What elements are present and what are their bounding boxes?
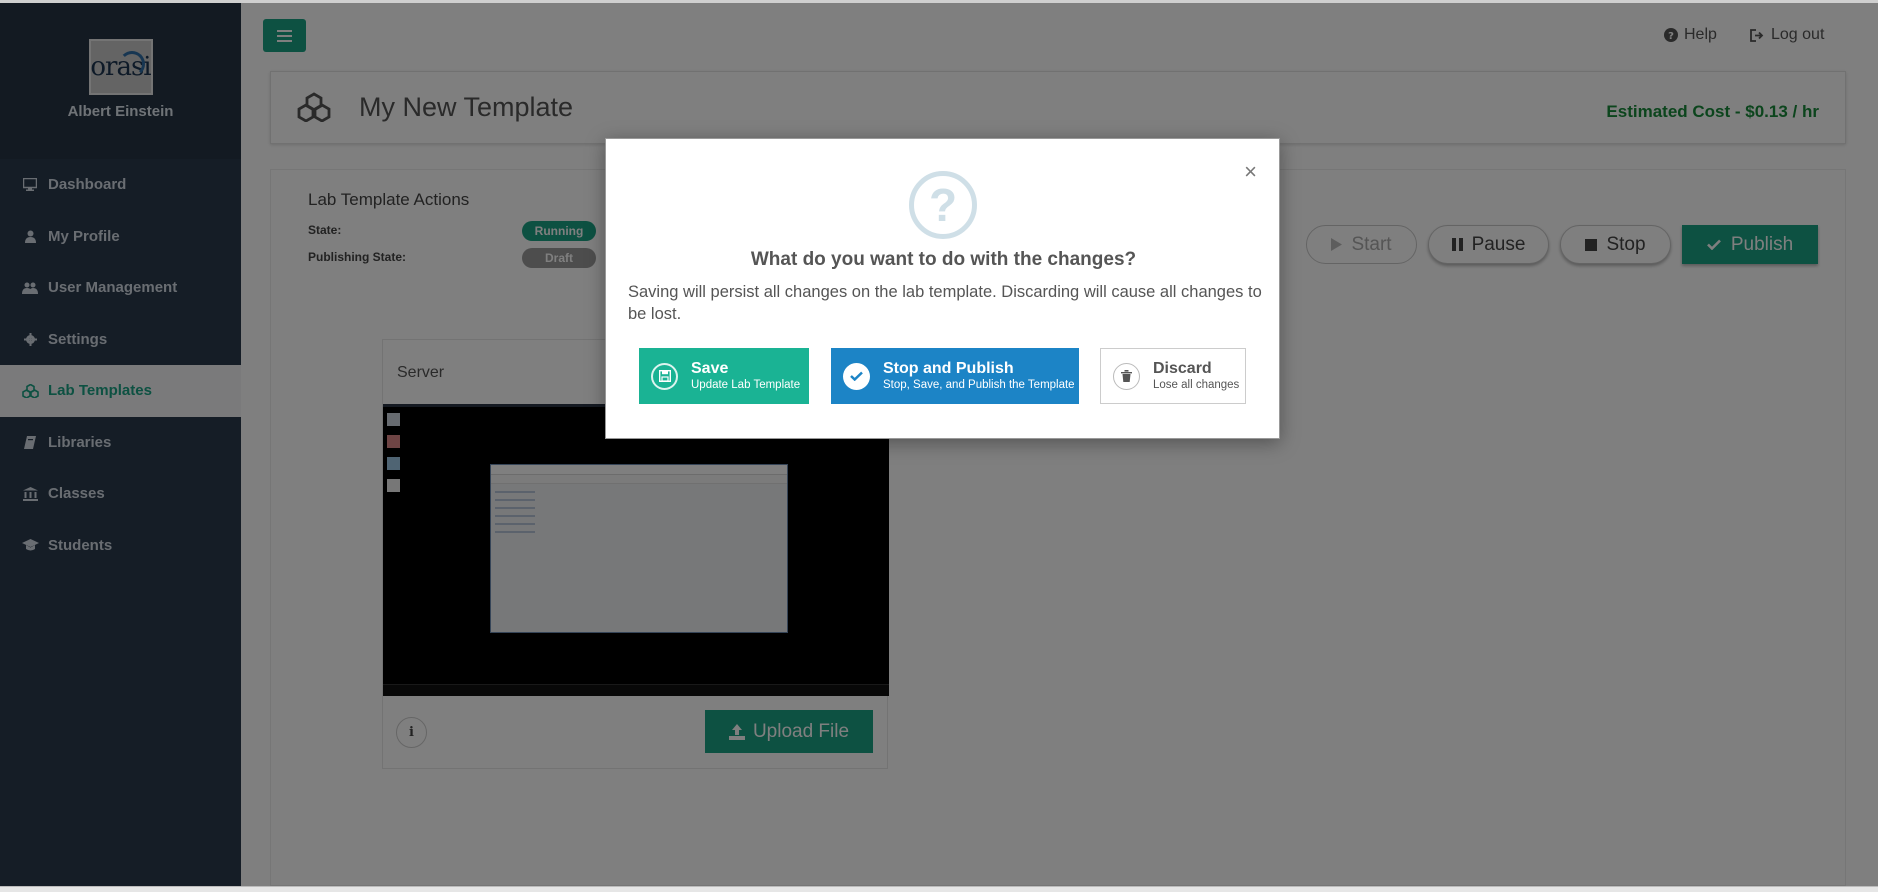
save-label: Save [691,359,729,377]
stop-and-publish-label: Stop and Publish [883,359,1014,377]
discard-button[interactable]: Discard Lose all changes [1100,348,1246,404]
window-bottom-edge [0,886,1878,892]
discard-label: Discard [1153,359,1212,377]
stop-and-publish-sublabel: Stop, Save, and Publish the Template [883,378,1075,391]
dialog-title: What do you want to do with the changes? [750,249,1137,270]
save-sublabel: Update Lab Template [691,378,801,391]
question-icon: ? [909,171,977,239]
save-button[interactable]: Save Update Lab Template [639,348,809,404]
save-changes-dialog: × ? What do you want to do with the chan… [605,138,1280,439]
dialog-body: Saving will persist all changes on the l… [628,283,1262,323]
trash-icon [1113,362,1140,390]
floppy-disk-icon [651,362,678,390]
check-icon [843,362,870,390]
discard-sublabel: Lose all changes [1153,378,1240,391]
modal-backdrop[interactable] [0,3,1878,886]
close-icon[interactable]: × [1244,161,1257,183]
stop-and-publish-button[interactable]: Stop and Publish Stop, Save, and Publish… [831,348,1079,404]
